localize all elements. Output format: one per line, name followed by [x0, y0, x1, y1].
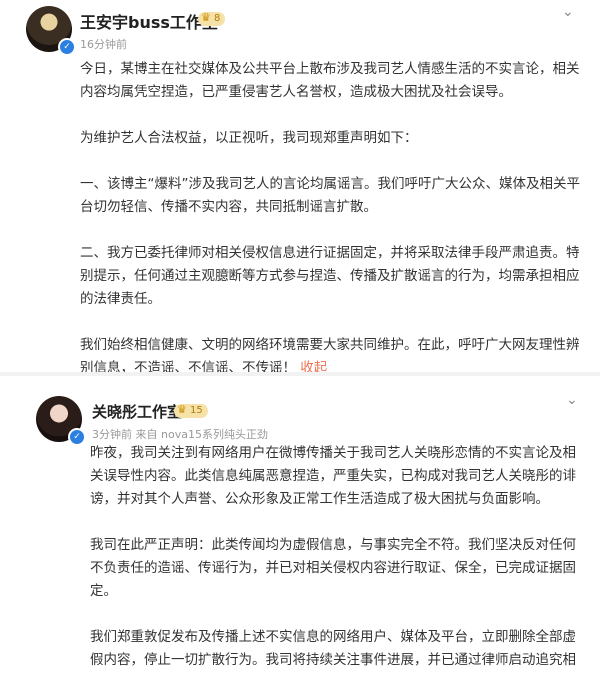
account-name[interactable]: 关晓彤工作室 [92, 401, 182, 422]
vip-crown-icon[interactable]: 8 [198, 11, 226, 26]
post-body: 今日，某博主在社交媒体及公共平台上散布涉及我司艺人情感生活的不实言论，相关内容均… [80, 58, 580, 403]
weibo-post-1: ✓ 王安宇buss工作室 8 16分钟前 ⌄ 今日，某博主在社交媒体及公共平台上… [0, 0, 600, 376]
chevron-down-icon[interactable]: ⌄ [562, 4, 574, 20]
post-paragraph: 我们始终相信健康、文明的网络环境需要大家共同维护。在此，呼吁广大网友理性辨别信息… [80, 337, 580, 376]
post-paragraph: 一、该博主“爆料”涉及我司艺人的言论均属谣言。我们呼吁广大公众、媒体及相关平台切… [80, 176, 580, 215]
post-paragraph: 二、我方已委托律师对相关侵权信息进行证据固定，并将采取法律手段严肃追责。特别提示… [80, 245, 580, 307]
post-paragraph: 我司在此严正声明：此类传闻均为虚假信息，与事实完全不符。我们坚决反对任何不负责任… [90, 537, 576, 599]
post-timestamp: 3分钟前 来自 nova15系列纯头正劲 [92, 428, 268, 441]
verified-badge-icon: ✓ [68, 428, 86, 446]
post-body: 昨夜，我司关注到有网络用户在微博传播关于我司艺人关晓彤恋情的不实言论及相关误导性… [90, 442, 585, 695]
verified-badge-icon: ✓ [58, 38, 76, 56]
post-paragraph: 为维护艺人合法权益，以正视听，我司现郑重声明如下： [80, 130, 418, 146]
chevron-down-icon[interactable]: ⌄ [566, 392, 578, 408]
post-timestamp: 16分钟前 [80, 38, 127, 51]
post-paragraph: 昨夜，我司关注到有网络用户在微博传播关于我司艺人关晓彤恋情的不实言论及相关误导性… [90, 445, 576, 507]
vip-crown-icon[interactable]: 15 [174, 403, 208, 418]
post-paragraph: 今日，某博主在社交媒体及公共平台上散布涉及我司艺人情感生活的不实言论，相关内容均… [80, 61, 580, 100]
account-name[interactable]: 王安宇buss工作室 [80, 9, 218, 33]
post-paragraph: 我们郑重敦促发布及传播上述不实信息的网络用户、媒体及平台，立即删除全部虚假内容，… [90, 629, 576, 668]
